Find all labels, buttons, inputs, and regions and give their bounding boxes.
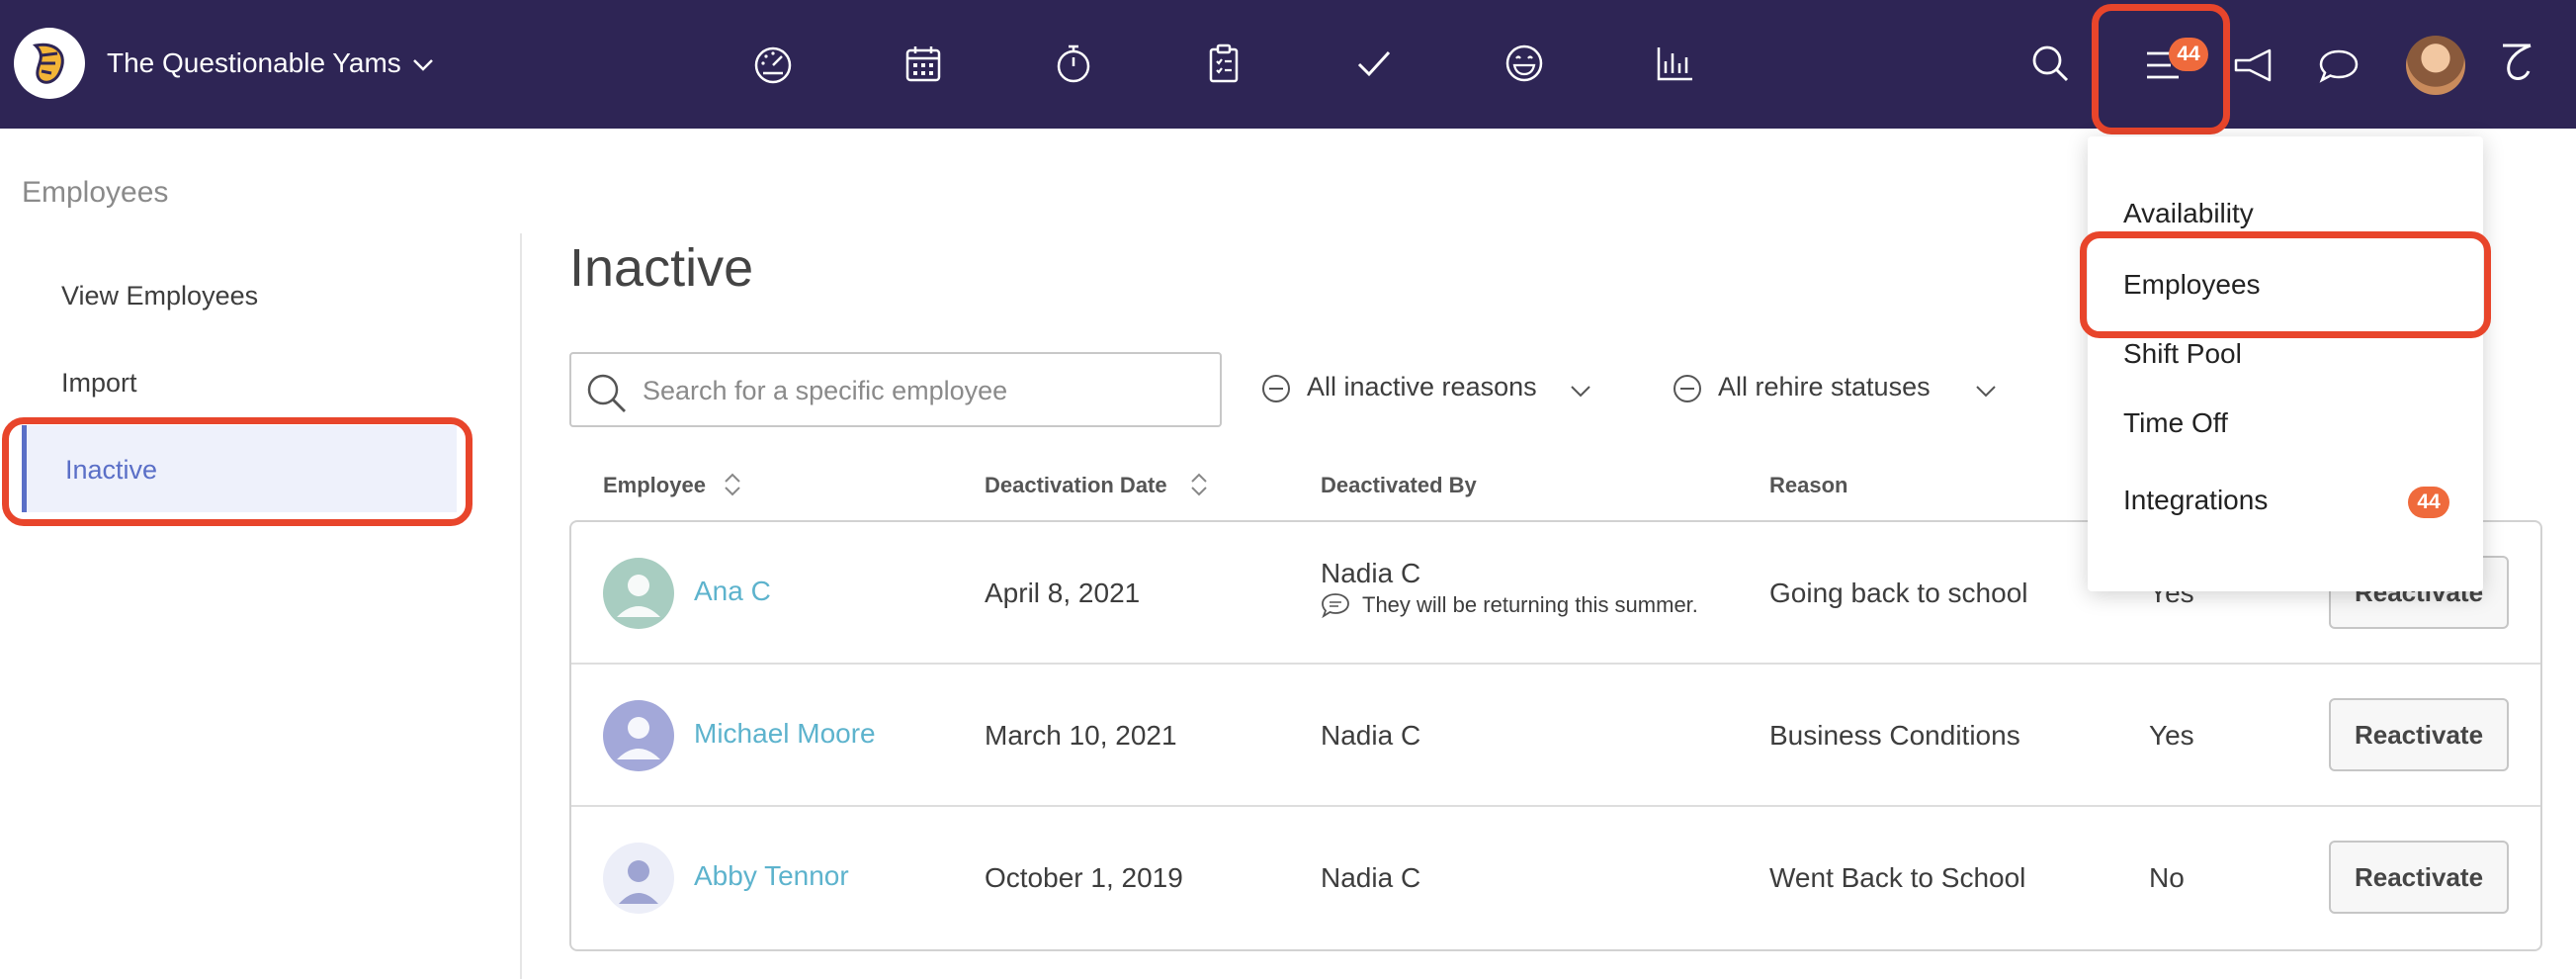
search-icon xyxy=(587,374,626,412)
column-header-deactivation-date-label: Deactivation Date xyxy=(985,473,1167,497)
search-icon[interactable] xyxy=(2026,40,2074,87)
yam-logo-icon xyxy=(32,43,64,84)
minus-circle-icon xyxy=(1262,375,1290,402)
deactivated-by: Nadia C xyxy=(1321,720,1421,751)
sidebar-highlight xyxy=(2,417,472,526)
filter-inactive-reasons-label: All inactive reasons xyxy=(1307,372,1537,401)
org-logo[interactable] xyxy=(14,28,85,99)
filter-rehire-statuses-label: All rehire statuses xyxy=(1718,372,1931,401)
clipboard-icon[interactable] xyxy=(1200,40,1247,87)
menu-item-time-off[interactable]: Time Off xyxy=(2123,407,2228,439)
row-divider xyxy=(571,805,2540,807)
chevron-down-icon xyxy=(1976,386,1996,398)
dashboard-icon[interactable] xyxy=(749,40,797,87)
column-header-employee[interactable]: Employee xyxy=(603,473,740,498)
employee-name-link[interactable]: Michael Moore xyxy=(694,718,876,750)
sidebar-divider xyxy=(520,233,522,979)
megaphone-icon[interactable] xyxy=(2230,42,2277,89)
sort-icon xyxy=(1191,473,1207,496)
search-box[interactable] xyxy=(569,352,1222,427)
column-header-deactivation-date[interactable]: Deactivation Date xyxy=(985,473,1207,498)
minus-circle-icon xyxy=(1674,375,1701,402)
nav-dropdown-menu: Availability Employees Shift Pool Time O… xyxy=(2088,136,2483,591)
chevron-down-icon xyxy=(1571,386,1590,398)
integrations-badge: 44 xyxy=(2408,487,2449,518)
row-divider xyxy=(571,663,2540,665)
rehire-status: No xyxy=(2149,862,2185,893)
chat-icon[interactable] xyxy=(2315,42,2362,89)
deactivated-by: Nadia C xyxy=(1321,558,1421,588)
person-icon xyxy=(619,860,658,904)
column-header-employee-label: Employee xyxy=(603,473,706,497)
deactivation-note: They will be returning this summer. xyxy=(1321,591,1698,619)
person-icon xyxy=(617,575,660,617)
avatar xyxy=(603,700,674,771)
employees-menu-highlight xyxy=(2080,231,2491,338)
employee-name-link[interactable]: Ana C xyxy=(694,576,771,607)
column-header-deactivated-by: Deactivated By xyxy=(1321,473,1477,497)
chevron-down-icon[interactable] xyxy=(409,51,437,79)
deactivated-by: Nadia C xyxy=(1321,862,1421,893)
menu-badge: 44 xyxy=(2169,38,2208,71)
sidebar-title: Employees xyxy=(22,176,169,209)
page-title: Inactive xyxy=(569,238,754,298)
column-header-reason: Reason xyxy=(1769,473,1848,497)
menu-item-availability[interactable]: Availability xyxy=(2123,198,2254,229)
reason: Business Conditions xyxy=(1769,720,2020,751)
person-icon xyxy=(617,717,660,759)
sort-icon xyxy=(725,473,740,496)
calendar-icon[interactable] xyxy=(900,40,947,87)
menu-item-shift-pool[interactable]: Shift Pool xyxy=(2123,338,2242,370)
comment-icon xyxy=(1322,593,1349,619)
reactivate-button[interactable]: Reactivate xyxy=(2329,698,2509,771)
menu-item-integrations[interactable]: Integrations xyxy=(2123,485,2268,516)
avatar xyxy=(603,843,674,914)
search-input[interactable] xyxy=(643,372,1206,409)
sidebar-item-view-employees[interactable]: View Employees xyxy=(61,281,258,312)
deactivation-date: October 1, 2019 xyxy=(985,862,1183,893)
check-icon[interactable] xyxy=(1350,40,1398,87)
reason: Went Back to School xyxy=(1769,862,2026,893)
sidebar-item-import[interactable]: Import xyxy=(61,368,137,399)
avatar xyxy=(603,558,674,629)
user-avatar[interactable] xyxy=(2406,36,2465,95)
smiley-icon[interactable] xyxy=(1501,40,1548,87)
deactivation-note-text: They will be returning this summer. xyxy=(1362,592,1698,617)
brand-icon[interactable] xyxy=(2493,38,2540,85)
reactivate-button[interactable]: Reactivate xyxy=(2329,841,2509,914)
org-name[interactable]: The Questionable Yams xyxy=(107,47,401,79)
employee-name-link[interactable]: Abby Tennor xyxy=(694,860,849,892)
stopwatch-icon[interactable] xyxy=(1050,40,1097,87)
reason: Going back to school xyxy=(1769,578,2028,608)
deactivation-date: March 10, 2021 xyxy=(985,720,1177,751)
rehire-status: Yes xyxy=(2149,720,2194,751)
deactivation-date: April 8, 2021 xyxy=(985,578,1141,608)
bar-chart-icon[interactable] xyxy=(1651,40,1698,87)
